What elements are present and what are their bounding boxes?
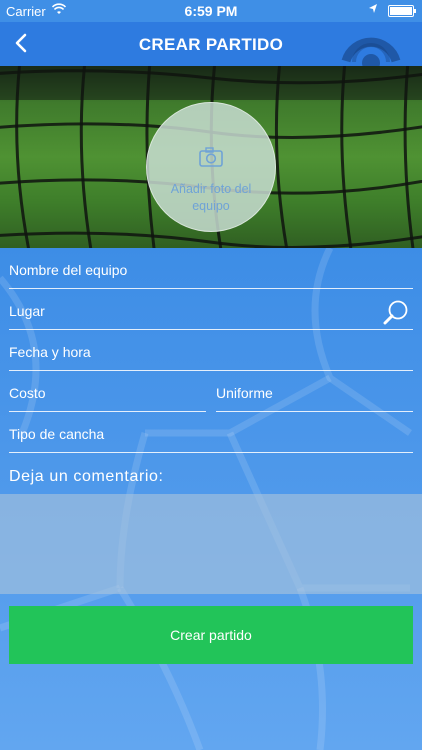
- navigation-bar: CREAR PARTIDO: [0, 22, 422, 66]
- team-name-input[interactable]: [9, 262, 413, 278]
- place-input[interactable]: [9, 303, 369, 319]
- field-type-field: [9, 412, 413, 453]
- camera-icon: [199, 147, 223, 167]
- place-field: [9, 289, 413, 330]
- team-photo-header: Añadir foto del equipo: [0, 66, 422, 248]
- cost-input[interactable]: [9, 385, 206, 401]
- battery-icon: [388, 5, 416, 17]
- location-icon: [369, 4, 377, 13]
- create-match-button[interactable]: Crear partido: [9, 606, 413, 664]
- status-bar: Carrier 6:59 PM: [0, 0, 422, 22]
- cost-field: [9, 371, 206, 412]
- comment-textarea[interactable]: [0, 494, 422, 594]
- datetime-input[interactable]: [9, 344, 413, 360]
- uniform-field: [216, 371, 413, 412]
- datetime-field: [9, 330, 413, 371]
- app-logo-icon: [341, 37, 401, 66]
- field-type-input[interactable]: [9, 426, 413, 442]
- status-time: 6:59 PM: [184, 3, 238, 19]
- uniform-input[interactable]: [216, 385, 413, 401]
- add-photo-label: Añadir foto del equipo: [170, 182, 252, 213]
- comment-label: Deja un comentario:: [9, 468, 164, 485]
- team-name-field: [9, 248, 413, 289]
- search-icon[interactable]: [383, 299, 409, 325]
- add-team-photo-button[interactable]: Añadir foto del equipo: [146, 102, 276, 232]
